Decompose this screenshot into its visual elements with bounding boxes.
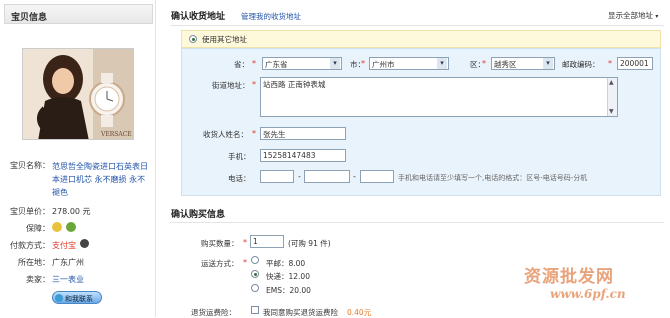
district-select[interactable]: 越秀区 [491,57,555,70]
district-required: * [482,59,486,68]
seller-label: 卖家： [26,275,50,284]
shipping-label: 运送方式： [201,259,239,268]
street-textarea[interactable]: 站西路 正南钟表城 ▲ ▼ [260,77,618,117]
watermark-cn: 资源批发网 [524,267,614,287]
phone-label: 电话： [228,174,251,183]
shipping-option-post: 平邮：8.00 [266,259,306,268]
item-info-header: 宝贝信息 [4,4,153,24]
payment-label: 付款方式： [10,241,50,250]
city-select[interactable]: 广州市 [369,57,449,70]
phone-sep-1: - [298,172,301,181]
receiver-name-label: 收货人姓名： [203,130,248,139]
street-required: * [252,80,256,89]
brand-logo-text: VERSACE [101,131,132,138]
watermark-url: www.6pf.cn [550,287,626,301]
city-required: * [361,59,365,68]
seller-link[interactable]: 三一表业 [52,274,84,285]
shipping-required: * [243,258,247,267]
receiver-name-input[interactable]: 张先生 [260,127,346,140]
item-name-link[interactable]: 范思哲全陶瓷进口石英表日本进口机芯 永不磨损 永不褪色 [52,160,150,199]
alipay-icon [80,239,89,248]
shipping-option-ems: EMS：20.00 [266,286,311,295]
divider [170,222,664,223]
guarantee-shield-icon[interactable] [66,222,76,232]
product-photo[interactable]: VERSACE [22,48,134,140]
phone-number-input[interactable] [304,170,350,183]
show-all-label: 显示全部地址 [608,11,653,20]
price-label: 宝贝单价： [10,207,50,216]
chat-label: 和我联系 [65,295,93,303]
chat-icon [55,294,63,302]
location-value: 广东广州 [52,258,84,267]
quantity-available: (可购 91 件) [288,239,331,248]
shipping-option-express: 快递：12.00 [266,272,310,281]
guarantee-label: 保障： [26,224,50,233]
return-insurance-price: 0.40元 [347,308,372,317]
purchase-section-title: 确认购买信息 [171,210,226,220]
province-select[interactable]: 广东省 [262,57,342,70]
chevron-down-icon: ▾ [655,13,659,20]
postcode-required: * [608,59,612,68]
scroll-down-icon[interactable]: ▼ [609,108,614,115]
location-label: 所在地： [18,258,50,267]
receiver-required: * [252,129,256,138]
return-insurance-label: 退货运费险： [191,308,236,317]
postcode-label: 邮政编码： [562,60,600,69]
street-label: 街道地址： [212,81,250,90]
scrollbar[interactable]: ▲ ▼ [607,78,617,116]
use-other-address-bar[interactable]: 使用其它地址 [181,30,661,48]
shipping-radio-express[interactable] [251,270,259,278]
quantity-input[interactable]: 1 [250,235,284,248]
manage-address-link[interactable]: 管理我的收货地址 [241,11,301,22]
scroll-up-icon[interactable]: ▲ [609,79,614,86]
mobile-input[interactable]: 15258147483 [260,149,346,162]
province-required: * [252,59,256,68]
use-other-address-radio[interactable] [189,35,197,43]
use-other-address-label: 使用其它地址 [202,35,247,44]
quantity-required: * [243,238,247,247]
return-insurance-text: 我同意购买退货运费险 [263,308,338,317]
phone-area-input[interactable] [260,170,294,183]
item-name-label: 宝贝名称： [10,161,50,170]
guarantee-badge-icon[interactable] [52,222,62,232]
mobile-label: 手机： [228,152,251,161]
alipay-link[interactable]: 支付宝 [52,240,76,251]
return-insurance-checkbox[interactable] [251,306,259,314]
shipping-radio-ems[interactable] [251,284,259,292]
phone-sep-2: - [353,172,356,181]
shipping-radio-post[interactable] [251,256,259,264]
province-label: 省： [234,60,249,69]
price-value: 278.00 元 [52,207,91,216]
quantity-label: 购买数量： [201,239,239,248]
chat-button[interactable]: 和我联系 [52,291,102,304]
divider [170,25,664,26]
address-section-title: 确认收货地址 [171,12,226,22]
postcode-input[interactable]: 200001 [617,57,653,70]
street-value: 站西路 正南钟表城 [263,80,326,89]
phone-hint: 手机和电话请至少填写一个,电话的格式：区号-电话号码-分机 [398,174,588,182]
show-all-address-toggle[interactable]: 显示全部地址 ▾ [608,10,658,21]
phone-ext-input[interactable] [360,170,394,183]
